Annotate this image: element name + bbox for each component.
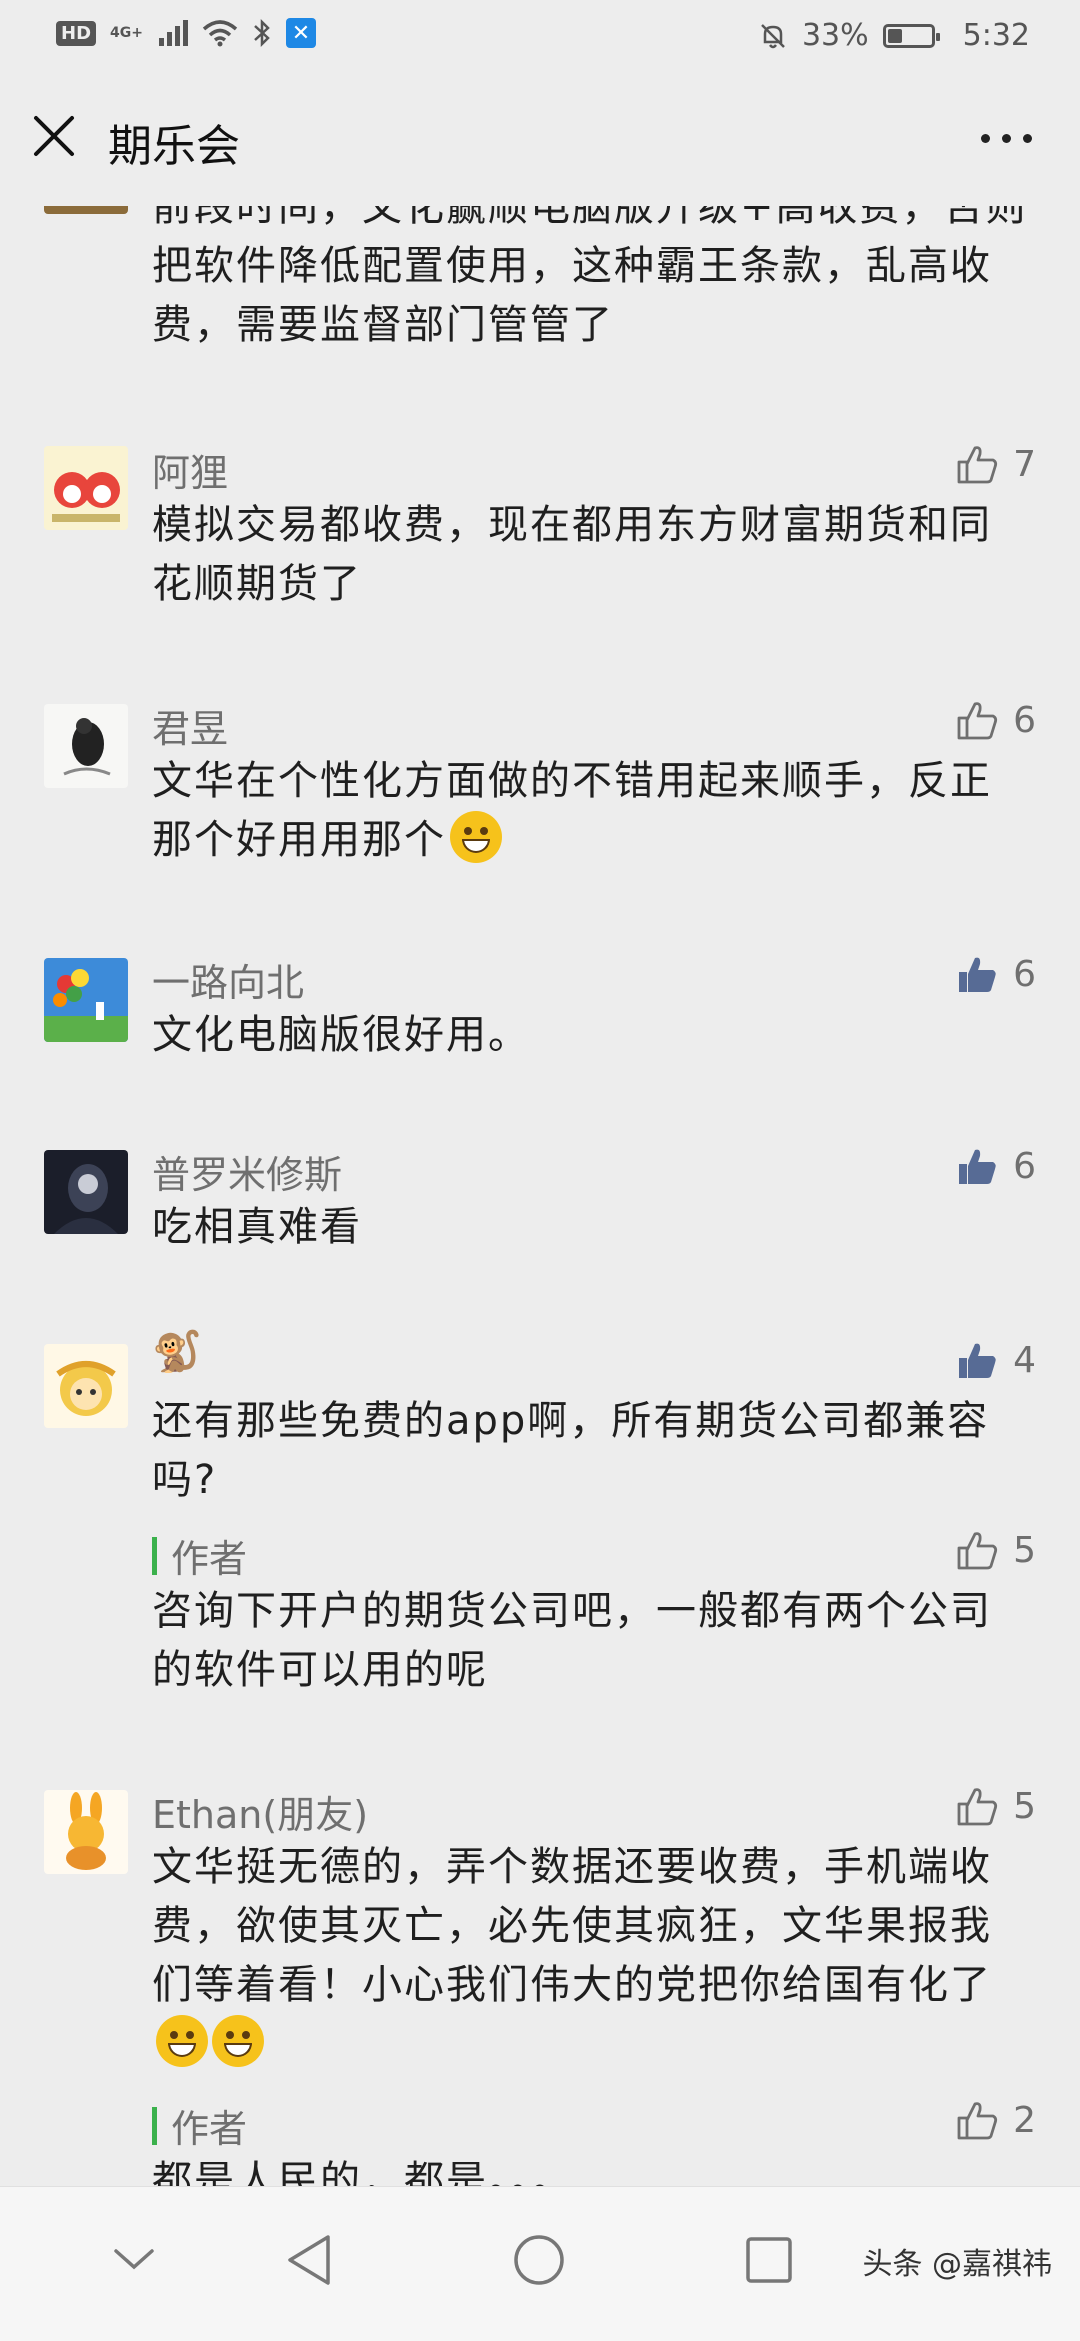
- mute-bell-icon: [761, 23, 785, 48]
- thumbs-up-filled-icon: [959, 1149, 996, 1184]
- comment-text: 吃相真难看: [152, 1204, 362, 1250]
- reply-like-button[interactable]: 5: [955, 1528, 1036, 1572]
- avatar[interactable]: [44, 1344, 128, 1428]
- avatar[interactable]: [44, 1790, 128, 1874]
- status-left: HD 4G+ ✕: [56, 18, 316, 48]
- clock: 5:32: [962, 18, 1030, 53]
- reply-like-button[interactable]: 2: [955, 2098, 1036, 2142]
- system-nav-bar: 头条 @嘉祺祎: [0, 2186, 1080, 2341]
- user-name[interactable]: 🐒: [152, 1328, 202, 1375]
- author-reply-label: 作者: [152, 1528, 247, 1583]
- fox-avatar-image: [44, 446, 128, 530]
- app-notification-icon: ✕: [285, 18, 316, 48]
- close-icon[interactable]: [32, 114, 76, 158]
- like-count: 7: [1013, 443, 1036, 485]
- like-count: 4: [1013, 1339, 1036, 1381]
- like-button[interactable]: 4: [955, 1338, 1036, 1382]
- comment-text: 文华挺无德的，弄个数据还要收费，手机端收费，欲使其灭亡，必先使其疯狂，文华果报我…: [152, 1838, 1032, 2074]
- balloons-avatar-image: [44, 958, 128, 1042]
- comment-text: 前段时间，文化赢顺电脑版升级+高收费，否则把软件降低配置使用，这种霸王条款，乱高…: [152, 206, 1028, 348]
- avatar[interactable]: [44, 958, 128, 1042]
- like-button[interactable]: 5: [955, 1784, 1036, 1828]
- rabbit-avatar-image: [44, 1790, 128, 1874]
- thumbs-up-filled-icon: [959, 957, 996, 992]
- comment-text-body: 文华挺无德的，弄个数据还要收费，手机端收费，欲使其灭亡，必先使其疯狂，文华果报我…: [152, 1844, 992, 2008]
- like-count: 5: [1013, 1529, 1036, 1571]
- page-title: 期乐会: [108, 121, 240, 172]
- thumbs-up-outline-icon: [957, 702, 998, 740]
- ink-painting-avatar-image: [44, 704, 128, 788]
- comment-text: 文华在个性化方面做的不错用起来顺手，反正那个好用用那个: [152, 752, 1032, 870]
- comment-text: 模拟交易都收费，现在都用东方财富期货和同花顺期货了: [152, 502, 992, 607]
- back-icon[interactable]: [284, 2233, 334, 2287]
- bluetooth-icon: [254, 18, 270, 48]
- comment-feed[interactable]: 前段时间，文化赢顺电脑版升级+高收费，否则把软件降低配置使用，这种霸王条款，乱高…: [0, 206, 1080, 2186]
- monkey-king-avatar-image: [44, 1344, 128, 1428]
- nav-bar: 期乐会: [0, 76, 1080, 206]
- like-count: 6: [1013, 699, 1036, 741]
- thumbs-up-outline-icon: [957, 446, 998, 484]
- comment-text: 文化电脑版很好用。: [152, 1012, 530, 1058]
- avatar[interactable]: [44, 206, 128, 214]
- smile-emoji-icon: [450, 811, 502, 863]
- thumbs-up-filled-icon: [959, 1343, 996, 1378]
- battery-icon: [882, 23, 940, 48]
- comment-text-body: 文华在个性化方面做的不错用起来顺手，反正那个好用用那个: [152, 758, 992, 863]
- home-icon[interactable]: [512, 2233, 566, 2287]
- network-type: 4G+: [110, 25, 143, 41]
- like-button[interactable]: 7: [955, 442, 1036, 486]
- battery-percent: 33%: [801, 18, 869, 53]
- like-count: 5: [1013, 1785, 1036, 1827]
- user-name[interactable]: 君昱: [152, 698, 228, 753]
- reply-text: 咨询下开户的期货公司吧，一般都有两个公司的软件可以用的呢: [152, 1588, 992, 1693]
- avatar[interactable]: [44, 1150, 128, 1234]
- grin-emoji-icon: [212, 2015, 264, 2067]
- like-button[interactable]: 6: [955, 952, 1036, 996]
- hd-badge: HD: [56, 20, 97, 46]
- signal-icon: [158, 20, 188, 46]
- reply-author: 作者: [171, 2107, 248, 2151]
- user-name[interactable]: 阿狸: [152, 442, 228, 497]
- avatar[interactable]: [44, 446, 128, 530]
- like-button[interactable]: 6: [955, 698, 1036, 742]
- status-bar: HD 4G+ ✕ 33% 5:32: [0, 0, 1080, 76]
- recents-icon[interactable]: [744, 2235, 794, 2285]
- grin-emoji-icon: [156, 2015, 208, 2067]
- watermark: 头条 @嘉祺祎: [862, 2247, 1052, 2282]
- status-right: 33% 5:32: [758, 18, 1030, 53]
- thumbs-up-outline-icon: [957, 1532, 998, 1570]
- reply-author: 作者: [171, 1537, 248, 1581]
- thumbs-up-outline-icon: [957, 1788, 998, 1826]
- chevron-down-icon[interactable]: [112, 2245, 156, 2273]
- reply-marker: [152, 1536, 157, 1575]
- more-icon[interactable]: [981, 134, 1032, 143]
- battery-fill: [887, 28, 902, 43]
- reply-marker: [152, 2106, 157, 2145]
- reply-text: 都是人民的，都是。。。: [152, 2158, 574, 2186]
- like-count: 2: [1013, 2099, 1036, 2141]
- like-count: 6: [1013, 953, 1036, 995]
- user-name[interactable]: 普罗米修斯: [152, 1144, 342, 1199]
- author-reply-label: 作者: [152, 2098, 247, 2153]
- dark-figure-avatar-image: [44, 1150, 128, 1234]
- comment-text: 还有那些免费的app啊，所有期货公司都兼容吗?: [152, 1398, 990, 1503]
- like-button[interactable]: 6: [955, 1144, 1036, 1188]
- user-name[interactable]: 一路向北: [152, 952, 304, 1007]
- user-name[interactable]: Ethan(朋友): [152, 1784, 368, 1839]
- thumbs-up-outline-icon: [957, 2102, 998, 2140]
- wifi-icon: [202, 20, 238, 47]
- avatar[interactable]: [44, 704, 128, 788]
- like-count: 6: [1013, 1145, 1036, 1187]
